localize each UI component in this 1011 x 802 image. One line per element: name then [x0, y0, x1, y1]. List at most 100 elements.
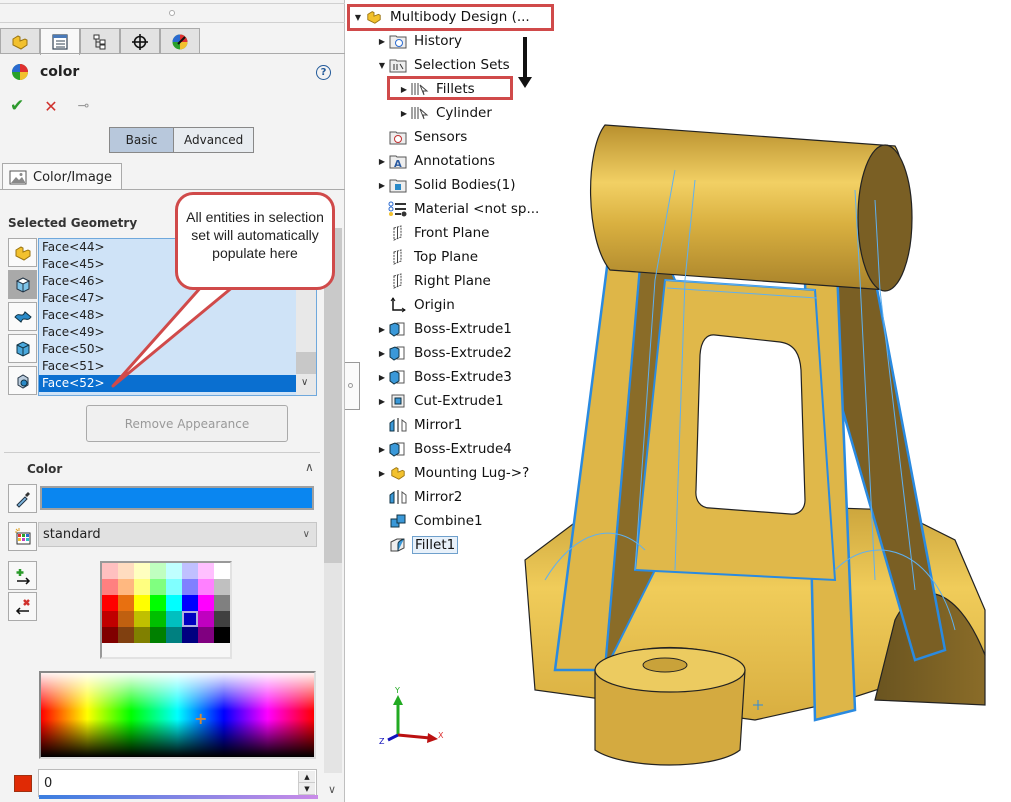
help-icon[interactable]: ? — [316, 65, 331, 80]
palette-swatch[interactable] — [214, 563, 230, 579]
palette-swatch[interactable] — [118, 611, 134, 627]
tree-item[interactable]: ▶ Boss-Extrude4 — [376, 438, 514, 460]
tree-item[interactable]: ▶ History — [376, 30, 464, 52]
remove-appearance-button[interactable]: Remove Appearance — [86, 405, 288, 442]
add-swatch-button[interactable] — [8, 561, 37, 590]
palette-swatch[interactable] — [150, 563, 166, 579]
spin-down-icon[interactable]: ▼ — [299, 783, 315, 795]
current-color-swatch[interactable] — [40, 486, 314, 510]
palette-swatch[interactable] — [118, 595, 134, 611]
chevron-up-icon[interactable]: ∧ — [305, 460, 314, 474]
palette-swatch[interactable] — [134, 563, 150, 579]
collapse-arrow-icon[interactable]: ▶ — [398, 109, 410, 118]
tree-item[interactable]: Right Plane — [376, 270, 493, 292]
collapse-arrow-icon[interactable]: ▶ — [376, 397, 388, 406]
palette-swatch[interactable] — [134, 595, 150, 611]
palette-swatch[interactable] — [102, 627, 118, 643]
palette-swatch[interactable] — [182, 611, 198, 627]
palette-swatch[interactable] — [118, 627, 134, 643]
tree-item[interactable]: ▶ Solid Bodies(1) — [376, 174, 518, 196]
tree-item[interactable]: Fillet1 — [376, 534, 459, 556]
palette-swatch[interactable] — [150, 611, 166, 627]
select-parts-button[interactable] — [8, 238, 37, 267]
ok-button[interactable]: ✔ — [10, 96, 24, 116]
palette-swatch[interactable] — [150, 627, 166, 643]
value-spinner[interactable]: ▲ ▼ — [298, 771, 315, 795]
palette-swatch[interactable] — [214, 579, 230, 595]
palette-swatch[interactable] — [166, 579, 182, 595]
palette-swatch[interactable] — [198, 627, 214, 643]
color-value-input[interactable]: 0 ▲ ▼ — [38, 769, 318, 799]
palette-swatch[interactable] — [182, 595, 198, 611]
cancel-button[interactable]: ✕ — [44, 97, 57, 116]
tree-item[interactable]: Front Plane — [376, 222, 491, 244]
tree-item[interactable]: Origin — [376, 294, 457, 316]
tree-item[interactable]: ▶ A Annotations — [376, 150, 497, 172]
panel-splitter[interactable] — [0, 3, 345, 23]
list-scrollbar-thumb[interactable] — [296, 352, 316, 374]
palette-swatch[interactable] — [166, 595, 182, 611]
remove-swatch-button[interactable] — [8, 592, 37, 621]
chevron-down-icon[interactable]: ∨ — [301, 377, 308, 388]
palette-swatch[interactable] — [150, 579, 166, 595]
palette-swatch[interactable] — [134, 579, 150, 595]
expand-arrow-icon[interactable]: ▼ — [376, 61, 388, 70]
select-faces-button[interactable] — [8, 270, 37, 299]
advanced-mode-button[interactable]: Advanced — [174, 128, 254, 152]
crosshair-icon[interactable]: + — [194, 709, 207, 728]
collapse-arrow-icon[interactable]: ▶ — [376, 181, 388, 190]
tree-item[interactable]: ▶ Mounting Lug->? — [376, 462, 531, 484]
palette-swatch[interactable] — [102, 611, 118, 627]
palette-swatch[interactable] — [198, 579, 214, 595]
tree-item[interactable]: ▶ Boss-Extrude2 — [376, 342, 514, 364]
palette-swatch[interactable] — [182, 627, 198, 643]
tab-property-manager[interactable] — [40, 28, 80, 55]
select-surfaces-button[interactable] — [8, 302, 37, 331]
tree-item[interactable]: Sensors — [376, 126, 469, 148]
pin-icon[interactable]: ⊸ — [78, 98, 90, 114]
tree-item[interactable]: ▶ Cylinder — [398, 102, 494, 124]
palette-swatch[interactable] — [182, 579, 198, 595]
palette-swatch[interactable] — [134, 611, 150, 627]
collapse-arrow-icon[interactable]: ▶ — [376, 445, 388, 454]
palette-swatch[interactable] — [198, 563, 214, 579]
palette-swatch[interactable] — [118, 579, 134, 595]
tree-item[interactable]: ▶ Boss-Extrude3 — [376, 366, 514, 388]
chevron-down-icon[interactable]: ∨ — [328, 783, 336, 796]
tree-item[interactable]: ▶ Cut-Extrude1 — [376, 390, 506, 412]
collapse-arrow-icon[interactable]: ▶ — [376, 373, 388, 382]
tree-item[interactable]: Combine1 — [376, 510, 485, 532]
tab-dimxpert-manager[interactable] — [120, 28, 160, 54]
palette-swatch[interactable] — [166, 611, 182, 627]
collapse-arrow-icon[interactable]: ▶ — [376, 325, 388, 334]
palette-swatch[interactable] — [214, 627, 230, 643]
palette-swatch[interactable] — [166, 627, 182, 643]
select-features-button[interactable] — [8, 366, 37, 395]
palette-swatch[interactable] — [118, 563, 134, 579]
tab-feature-manager[interactable] — [0, 28, 40, 54]
palette-select[interactable]: standard ∨ — [38, 522, 317, 547]
3d-model-viewport[interactable] — [515, 110, 1005, 770]
palette-button[interactable] — [8, 522, 37, 551]
palette-swatch[interactable] — [134, 627, 150, 643]
palette-swatch[interactable] — [102, 563, 118, 579]
tree-item[interactable]: Top Plane — [376, 246, 480, 268]
basic-mode-button[interactable]: Basic — [110, 128, 174, 152]
palette-swatch[interactable] — [182, 563, 198, 579]
color-spectrum-picker[interactable]: + — [39, 671, 316, 759]
tab-configuration-manager[interactable] — [80, 28, 120, 54]
palette-swatch[interactable] — [214, 611, 230, 627]
spin-up-icon[interactable]: ▲ — [299, 771, 315, 783]
palette-swatch[interactable] — [198, 595, 214, 611]
palette-swatch[interactable] — [150, 595, 166, 611]
collapse-arrow-icon[interactable]: ▶ — [376, 157, 388, 166]
tree-item[interactable]: Mirror2 — [376, 486, 464, 508]
collapse-arrow-icon[interactable]: ▶ — [376, 469, 388, 478]
collapse-arrow-icon[interactable]: ▶ — [376, 349, 388, 358]
collapse-arrow-icon[interactable]: ▶ — [376, 37, 388, 46]
palette-swatch[interactable] — [102, 579, 118, 595]
select-bodies-button[interactable] — [8, 334, 37, 363]
tab-color-image[interactable]: Color/Image — [2, 163, 122, 190]
panel-scrollbar[interactable]: ∨ — [324, 228, 342, 796]
palette-swatch[interactable] — [198, 611, 214, 627]
